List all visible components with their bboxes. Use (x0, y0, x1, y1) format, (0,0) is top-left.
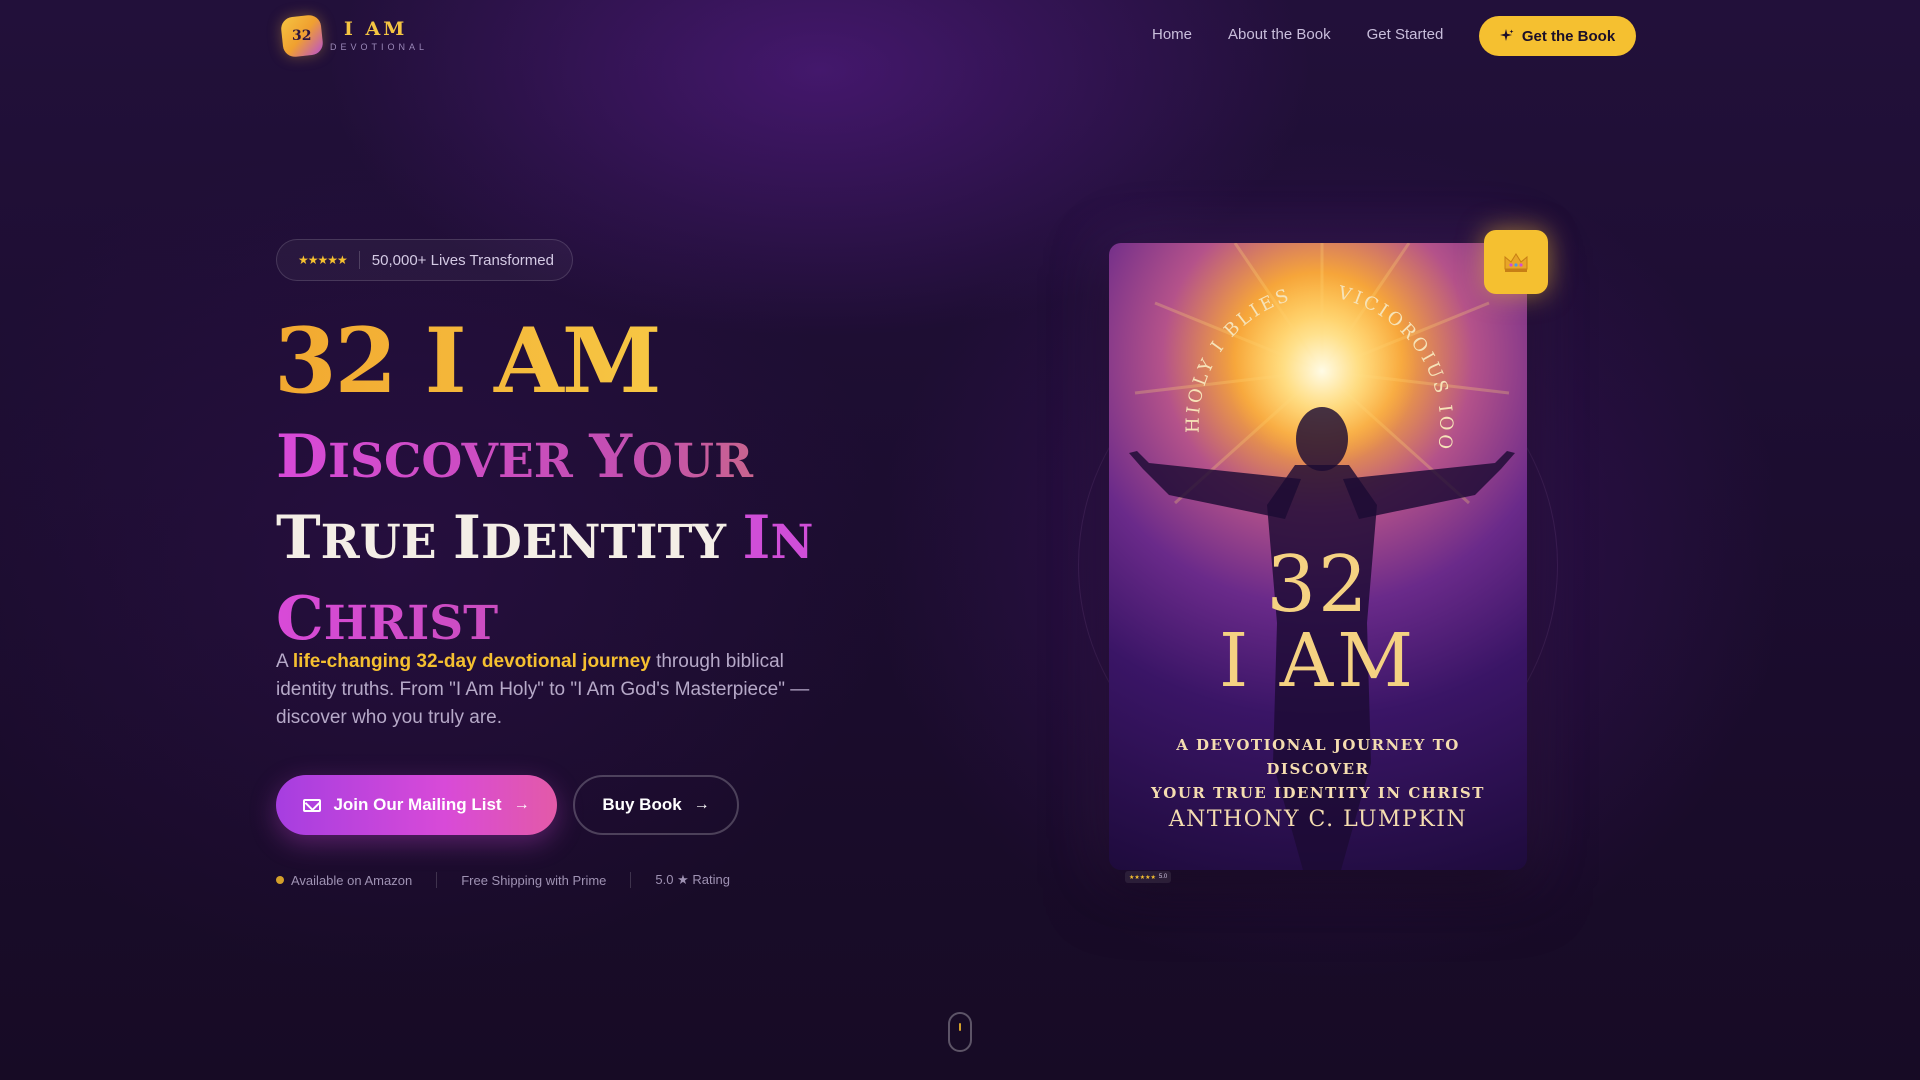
subtitle-text: DENTITY (480, 515, 743, 570)
subtitle-line-2: TRUE IDENTITY IN (276, 505, 876, 586)
buy-book-label: Buy Book (602, 795, 682, 814)
rating-pill: ★★★★★ 50,000+ Lives Transformed (276, 239, 573, 281)
mail-icon (303, 798, 322, 812)
nav-link-home[interactable]: Home (1152, 26, 1192, 43)
subtitle-text: C (276, 584, 324, 654)
hero-title: 32 I AM (274, 308, 661, 414)
feature-item: Free Shipping with Prime (461, 873, 606, 888)
book-author: ANTHONY C. LUMPKIN (1168, 807, 1468, 832)
subtitle-text: I (452, 503, 481, 573)
book-mini-rating: ★★★★★ 5.0 (1125, 871, 1172, 883)
book-tagline: A DEVOTIONAL JOURNEY TO DISCOVER YOUR TR… (1149, 733, 1487, 805)
logo-badge-text: 32 (292, 28, 312, 45)
subtitle-text: HRIST (323, 596, 499, 651)
feature-text: Free Shipping with Prime (461, 872, 607, 888)
feature-divider (436, 872, 438, 888)
nav-link-about[interactable]: About the Book (1228, 26, 1331, 43)
feature-item: Available on Amazon (276, 873, 412, 888)
join-mailing-list-button[interactable]: Join Our Mailing List → (276, 775, 557, 835)
description-text: A (276, 651, 293, 672)
get-the-book-button[interactable]: Get the Book (1479, 16, 1636, 56)
book-number: 32 (1266, 540, 1370, 630)
join-mailing-list-label: Join Our Mailing List (333, 795, 502, 814)
get-the-book-label: Get the Book (1521, 27, 1616, 45)
subtitle-text: D (276, 422, 329, 492)
description-highlight: life-changing 32-day devotional journey (292, 651, 651, 672)
feature-divider (630, 872, 632, 888)
subtitle-line-1: DISCOVER YOUR (276, 424, 876, 505)
subtitle-text: Y (589, 422, 633, 492)
book-tagline-line: A DEVOTIONAL JOURNEY TO DISCOVER (1176, 736, 1460, 778)
logo-title: I AM (344, 18, 408, 40)
logo-text: I AM DEVOTIONAL (330, 20, 428, 52)
pill-divider (358, 251, 360, 269)
crown-icon (1504, 253, 1528, 272)
crown-badge (1484, 230, 1548, 294)
mini-rating-value: 5.0 (1158, 874, 1168, 880)
book-title: I AM (1219, 618, 1417, 704)
subtitle-text: T (276, 503, 321, 573)
star-icon: ★★★★★ (1129, 874, 1156, 881)
logo-badge: 32 (280, 14, 324, 58)
subtitle-text: I (742, 503, 771, 573)
book-tagline-line: YOUR TRUE IDENTITY IN CHRIST (1151, 784, 1485, 802)
nav-link-get-started[interactable]: Get Started (1367, 26, 1444, 43)
arrow-right-icon: → (693, 796, 710, 813)
subtitle-text: N (770, 515, 814, 570)
status-dot-icon (276, 876, 284, 884)
logo[interactable]: 32 I AM DEVOTIONAL (280, 14, 428, 58)
top-nav: 32 I AM DEVOTIONAL Home About the Book G… (0, 0, 1920, 72)
hero-subtitle: DISCOVER YOUR TRUE IDENTITY IN CHRIST (276, 424, 876, 667)
scroll-mouse-icon[interactable] (948, 1012, 972, 1052)
feature-text: 5.0 ★ Rating (655, 872, 730, 887)
rating-text: 50,000+ Lives Transformed (371, 251, 554, 269)
logo-subtitle: DEVOTIONAL (330, 42, 429, 52)
subtitle-text: OUR (632, 434, 754, 489)
subtitle-text: RUE (320, 515, 453, 570)
feature-list: Available on Amazon Free Shipping with P… (276, 872, 730, 888)
subtitle-text: ISCOVER (328, 434, 590, 489)
book-cover[interactable]: HIOLY I BLIESSES VICIOROIUS IOOLS. 32 I … (1109, 243, 1527, 870)
buy-book-button[interactable]: Buy Book → (573, 775, 739, 835)
hero-description: A life-changing 32-day devotional journe… (276, 648, 816, 732)
star-icon: ★★★★★ (298, 253, 348, 267)
feature-text: Available on Amazon (291, 872, 413, 888)
sparkle-icon (1499, 29, 1514, 41)
feature-item: 5.0 ★ Rating (655, 872, 730, 888)
arrow-right-icon: → (513, 796, 530, 813)
nav-links: Home About the Book Get Started (1152, 26, 1443, 43)
